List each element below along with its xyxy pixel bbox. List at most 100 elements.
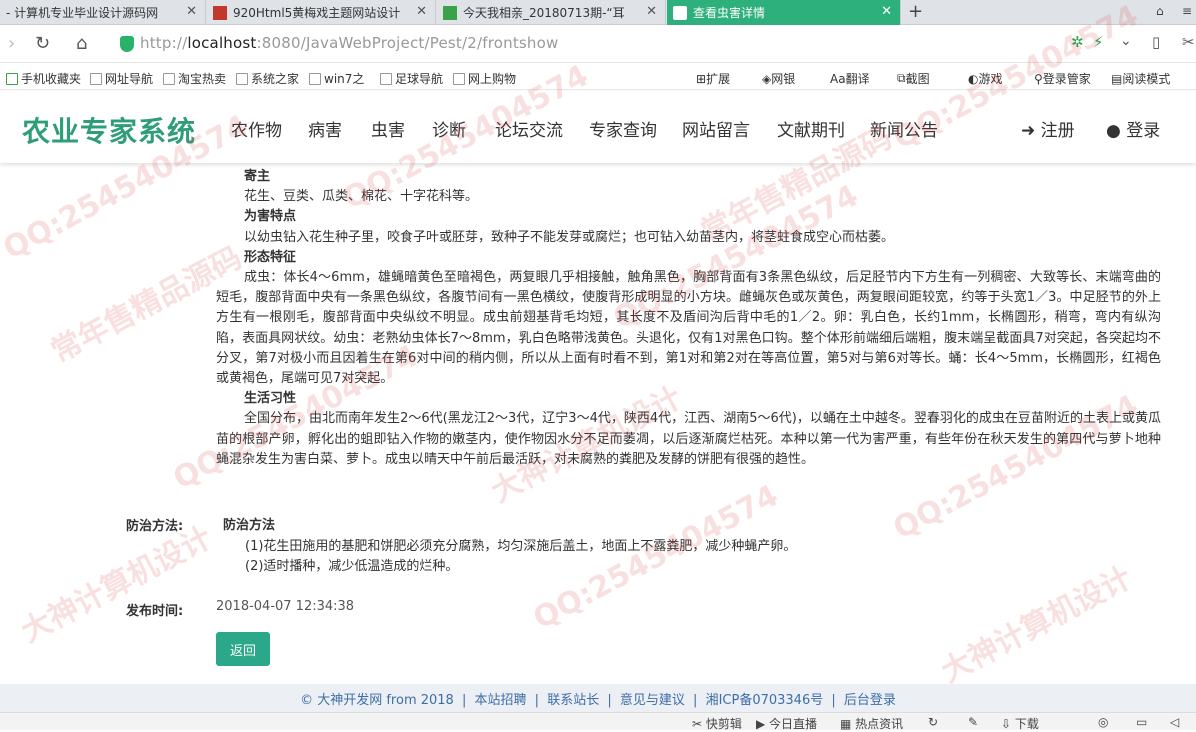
- shield-icon: ◈: [762, 71, 772, 86]
- toolbar-games[interactable]: ◐ 游戏: [968, 70, 1003, 87]
- nav-item-diagnosis[interactable]: 诊断: [432, 116, 466, 141]
- nav-item-news[interactable]: 新闻公告: [870, 116, 938, 141]
- tab-title: - 计算机专业毕业设计源码网: [6, 6, 159, 20]
- toolbar-bank[interactable]: ◈ 网银: [762, 70, 795, 87]
- footer-link-admin-login[interactable]: 后台登录: [844, 693, 896, 708]
- browser-tab[interactable]: 今天我相亲_20180713期-“耳 ✕: [437, 0, 666, 25]
- volume-icon[interactable]: ◁: [1170, 715, 1179, 729]
- nav-item-experts[interactable]: 专家查询: [589, 116, 657, 141]
- browser-tab[interactable]: - 计算机专业毕业设计源码网 ✕: [0, 0, 206, 25]
- home-icon[interactable]: ⌂: [76, 33, 87, 54]
- section-heading: 形态特征: [244, 249, 297, 265]
- pest-detail-content: 寄主 花生、豆类、瓜类、棉花、十字花科等。 为害特点 以幼虫钻入花生种子里，咬食…: [0, 163, 1196, 683]
- back-button[interactable]: 返回: [216, 632, 270, 666]
- publish-time-label: 发布时间:: [126, 604, 184, 619]
- section-text: 成虫：体长4～6mm，雄蝇暗黄色至暗褐色，两复眼几乎相接触，触角黑色，胸部背面有…: [216, 270, 1161, 387]
- site-logo[interactable]: 农业专家系统: [22, 110, 196, 150]
- close-icon[interactable]: ✕: [416, 4, 427, 19]
- browser-tab-strip: - 计算机专业毕业设计源码网 ✕ 920Html5黄梅戏主题网站设计 ✕ 今天我…: [0, 0, 1196, 25]
- book-icon: ▤: [1111, 71, 1123, 86]
- skin-icon[interactable]: ⌂: [1156, 4, 1164, 18]
- refresh-icon[interactable]: ↻: [928, 715, 938, 729]
- grid-icon: ⊞: [696, 71, 707, 86]
- back-arrow-icon[interactable]: ›: [8, 33, 15, 54]
- bookmark-item[interactable]: 系统之家: [236, 70, 299, 87]
- section-heading: 生活习性: [244, 391, 297, 407]
- page-favicon-icon: [673, 5, 687, 20]
- reload-icon[interactable]: ↻: [35, 33, 50, 54]
- close-icon[interactable]: ✕: [646, 4, 657, 19]
- copyright-text: © 大神开发网 from 2018: [300, 693, 454, 708]
- bookmarks-bar: 手机收藏夹 网址导航 淘宝热卖 系统之家 win7之 足球导航 网上购物 ⊞ 扩…: [0, 64, 1196, 90]
- page-icon: [309, 72, 321, 85]
- translate-icon: Aa: [830, 71, 846, 86]
- footer-link-jobs[interactable]: 本站招聘: [475, 693, 527, 708]
- speed-icon[interactable]: ✲: [1071, 33, 1084, 51]
- address-bar: › ↻ ⌂ http://localhost:8080/JavaWebProje…: [0, 25, 1196, 63]
- menu-icon[interactable]: ≡: [1182, 4, 1192, 18]
- publish-time-value: 2018-04-07 12:34:38: [216, 599, 355, 614]
- gamepad-icon: ◐: [968, 71, 979, 86]
- toolbar-login-manager[interactable]: ⚲ 登录管家: [1034, 70, 1091, 87]
- footer-link-icp[interactable]: 湘ICP备0703346号: [706, 693, 824, 708]
- phone-icon[interactable]: ▯: [1152, 33, 1160, 51]
- footer-link-contact[interactable]: 联系站长: [547, 693, 599, 708]
- page-icon: [163, 72, 175, 85]
- prevention-item: (1)花生田施用的基肥和饼肥必须充分腐熟，均匀深施后盖土，地面上不露粪肥，减少种…: [245, 539, 797, 554]
- login-link[interactable]: ● 登录: [1106, 116, 1160, 141]
- prevention-label: 防治方法:: [126, 519, 184, 534]
- nav-item-literature[interactable]: 文献期刊: [777, 116, 845, 141]
- window-icon[interactable]: ▭: [1136, 715, 1147, 729]
- url-input[interactable]: http://localhost:8080/JavaWebProject/Pes…: [140, 34, 558, 52]
- register-link[interactable]: ➜ 注册: [1021, 116, 1075, 141]
- user-icon: ●: [1106, 121, 1127, 141]
- nav-item-crops[interactable]: 农作物: [231, 116, 282, 141]
- bookmark-item[interactable]: 网上购物: [453, 70, 516, 87]
- section-text: 以幼虫钻入花生种子里，咬食子叶或胚芽，致种子不能发芽或腐烂；也可钻入幼苗茎内，将…: [244, 229, 895, 245]
- browser-tab[interactable]: 920Html5黄梅戏主题网站设计 ✕: [207, 0, 436, 25]
- bookmark-item[interactable]: 网址导航: [90, 70, 153, 87]
- section-text: 花生、豆类、瓜类、棉花、十字花科等。: [244, 189, 479, 205]
- browser-status-bar: ✂ 快剪辑 ▶ 今日直播 ▦ 热点资讯 ↻ ✎ ⇩ 下载 ◎ ▭ ◁: [0, 712, 1196, 732]
- toolbar-extensions[interactable]: ⊞ 扩展: [696, 70, 730, 87]
- close-icon[interactable]: ✕: [881, 4, 892, 19]
- site-footer: © 大神开发网 from 2018 | 本站招聘 | 联系站长 | 意见与建议 …: [0, 684, 1196, 712]
- bookmark-item[interactable]: win7之: [309, 70, 364, 87]
- prevention-title: 防治方法: [223, 518, 276, 533]
- pin-icon[interactable]: ✎: [968, 715, 978, 729]
- tab-title: 今天我相亲_20180713期-“耳: [463, 6, 625, 20]
- statusbar-download[interactable]: ⇩ 下载: [1001, 715, 1039, 732]
- bookmark-item[interactable]: 淘宝热卖: [163, 70, 226, 87]
- security-shield-icon: [120, 36, 134, 52]
- lightning-icon[interactable]: ⚡: [1093, 33, 1104, 51]
- statusbar-quick-edit[interactable]: ✂ 快剪辑: [692, 715, 742, 732]
- bookmark-item[interactable]: 足球导航: [380, 70, 443, 87]
- footer-link-feedback[interactable]: 意见与建议: [620, 693, 685, 708]
- nav-item-pests[interactable]: 虫害: [371, 116, 405, 141]
- browser-tab-active[interactable]: 查看虫害详情 ✕: [667, 0, 901, 25]
- statusbar-live[interactable]: ▶ 今日直播: [756, 715, 817, 732]
- camera-icon[interactable]: ◎: [1098, 715, 1108, 729]
- screenshot-icon: ⧉: [897, 71, 906, 85]
- toolbar-reading-mode[interactable]: ▤ 阅读模式: [1111, 70, 1170, 87]
- section-heading: 为害特点: [244, 209, 297, 225]
- page-icon: [236, 72, 248, 85]
- video-favicon-icon: [443, 5, 457, 20]
- scissors-icon[interactable]: ✂: [1182, 33, 1195, 51]
- sign-in-icon: ➜: [1021, 121, 1041, 141]
- toolbar-screenshot[interactable]: ⧉ 截图: [897, 70, 930, 87]
- nav-item-diseases[interactable]: 病害: [308, 116, 342, 141]
- chevron-down-icon[interactable]: ⌄: [1120, 33, 1132, 49]
- new-tab-icon[interactable]: +: [908, 1, 923, 22]
- phone-icon: [6, 72, 18, 85]
- prevention-item: (2)适时播种，减少低温造成的烂种。: [245, 559, 459, 574]
- nav-item-forum[interactable]: 论坛交流: [495, 116, 563, 141]
- statusbar-news[interactable]: ▦ 热点资讯: [840, 715, 903, 732]
- nav-item-guestbook[interactable]: 网站留言: [682, 116, 750, 141]
- tab-title: 查看虫害详情: [693, 6, 766, 20]
- toolbar-translate[interactable]: Aa 翻译: [830, 70, 870, 87]
- bookmark-item[interactable]: 手机收藏夹: [6, 70, 81, 87]
- page-icon: [90, 72, 102, 85]
- close-icon[interactable]: ✕: [186, 4, 197, 19]
- page-icon: [453, 72, 465, 85]
